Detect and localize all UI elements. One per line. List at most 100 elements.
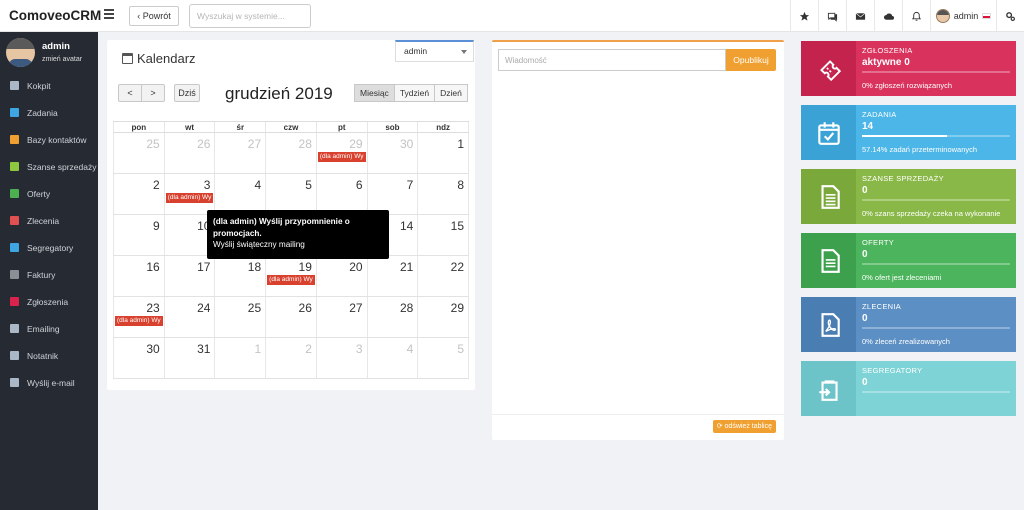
sidebar-item[interactable]: Faktury (0, 261, 98, 288)
calendar-day[interactable]: 29 (418, 297, 470, 337)
refresh-label: odśwież tablicę (724, 423, 772, 430)
calendar-day[interactable]: 2 (266, 338, 317, 378)
calendar-day[interactable]: 19 (dla admin) Wy (266, 256, 317, 296)
calendar-day[interactable]: 4 (215, 174, 267, 214)
calendar-day[interactable]: 9 (113, 215, 165, 255)
calendar-day[interactable]: 28 (266, 133, 317, 173)
calendar-day[interactable]: 4 (368, 338, 419, 378)
calendar-day[interactable]: 2 (113, 174, 165, 214)
prev-month-button[interactable]: < (118, 84, 142, 102)
calendar-event[interactable]: (dla admin) Wy (165, 193, 214, 203)
calendar-day[interactable]: 30 (113, 338, 165, 378)
stat-tile[interactable]: ZLECENIA 0 0% zleceń zrealizowanych (801, 297, 1016, 352)
stat-tile[interactable]: OFERTY 0 0% ofert jest zleceniami (801, 233, 1016, 288)
calendar-event[interactable]: (dla admin) Wy (317, 152, 366, 162)
calendar-day[interactable]: 8 (418, 174, 470, 214)
sidebar-item[interactable]: Emailing (0, 315, 98, 342)
calendar-day[interactable]: 26 (165, 133, 216, 173)
day-number: 15 (450, 219, 465, 233)
calendar-day[interactable]: 17 (165, 256, 216, 296)
sidebar-item[interactable]: Zadania (0, 99, 98, 126)
stat-tile[interactable]: ZGŁOSZENIA aktywne 0 0% zgłoszeń rozwiązan… (801, 41, 1016, 96)
search-input[interactable] (189, 4, 311, 28)
day-number: 2 (153, 178, 160, 192)
stat-tile[interactable]: ZADANIA 14 57.14% zadań przeterminowanych (801, 105, 1016, 160)
calendar-day[interactable]: 20 (317, 256, 368, 296)
calendar-day[interactable]: 3 (dla admin) Wy (165, 174, 216, 214)
cloud-icon[interactable] (874, 0, 902, 32)
calendar-day[interactable]: 22 (418, 256, 470, 296)
star-icon[interactable] (790, 0, 818, 32)
calendar-day[interactable]: 5 (266, 174, 317, 214)
calendar-day[interactable]: 27 (317, 297, 368, 337)
sidebar-item[interactable]: Zgłoszenia (0, 288, 98, 315)
back-button[interactable]: ‹ Powrót (129, 6, 179, 26)
calendar-event[interactable]: (dla admin) Wy (115, 316, 163, 326)
day-number: 28 (298, 137, 312, 151)
document-icon (801, 169, 856, 224)
calendar-week: 2 3 (dla admin) Wy 4 5 6 7 8 (113, 174, 470, 215)
sidebar-item[interactable]: Szanse sprzedaży (0, 153, 98, 180)
stat-tile[interactable]: SEGREGATORY 0 (801, 361, 1016, 416)
calendar-day[interactable]: 27 (215, 133, 267, 173)
calendar-day[interactable]: 25 (113, 133, 165, 173)
menu-toggle-icon[interactable] (104, 9, 114, 21)
user-menu[interactable]: admin (930, 0, 996, 32)
chat-icon[interactable] (818, 0, 846, 32)
calendar-day[interactable]: 18 (215, 256, 267, 296)
sidebar-item[interactable]: Notatnik (0, 342, 98, 369)
calendar-day[interactable]: 5 (418, 338, 470, 378)
calendar-check-icon (10, 108, 19, 117)
view-button[interactable]: Miesiąc (354, 84, 395, 102)
tile-subtext: 0% ofert jest zleceniami (862, 273, 942, 282)
calendar-day[interactable]: 31 (165, 338, 216, 378)
user-select-value: admin (404, 46, 428, 56)
calendar-day[interactable]: 1 (418, 133, 470, 173)
avatar[interactable] (6, 38, 35, 67)
calendar-week: 25 26 27 28 29 (dla admin) Wy 30 1 (113, 133, 470, 174)
weekday-label: wt (165, 122, 216, 132)
clipboard-icon (801, 361, 856, 416)
next-month-button[interactable]: > (141, 84, 165, 102)
day-number: 29 (450, 301, 465, 315)
user-select[interactable]: admin (395, 40, 474, 62)
publish-button[interactable]: Opublikuj (726, 49, 776, 71)
bell-icon[interactable] (902, 0, 930, 32)
sidebar-item[interactable]: Kokpit (0, 72, 98, 99)
day-number: 1 (254, 342, 262, 356)
calendar-day[interactable]: 24 (165, 297, 216, 337)
sidebar-item[interactable]: Wyślij e-mail (0, 369, 98, 396)
mail-icon[interactable] (846, 0, 874, 32)
sidebar-item-label: Kokpit (27, 80, 51, 91)
calendar-day[interactable]: 7 (368, 174, 419, 214)
sidebar-item[interactable]: Bazy kontaktów (0, 126, 98, 153)
tile-subtext: 0% szans sprzedaży czeka na wykonanie (862, 209, 1001, 218)
calendar-week: 30 31 1 2 3 4 5 (113, 338, 470, 379)
calendar-day[interactable]: 29 (dla admin) Wy (317, 133, 368, 173)
calendar-day[interactable]: 15 (418, 215, 470, 255)
calendar-day[interactable]: 6 (317, 174, 368, 214)
view-button[interactable]: Tydzień (393, 84, 436, 102)
calendar-day[interactable]: 28 (368, 297, 419, 337)
calendar-day[interactable]: 3 (317, 338, 368, 378)
refresh-board-button[interactable]: ⟳ odśwież tablicę (712, 420, 776, 433)
calendar-day[interactable]: 26 (266, 297, 317, 337)
settings-icon[interactable] (996, 0, 1024, 32)
calendar-day[interactable]: 1 (215, 338, 267, 378)
sidebar-item[interactable]: Segregatory (0, 234, 98, 261)
calendar-day[interactable]: 16 (113, 256, 165, 296)
sidebar-item[interactable]: Zlecenia (0, 207, 98, 234)
calendar-event[interactable]: (dla admin) Wy (267, 275, 315, 285)
brand-logo[interactable]: ComoveoCRM (0, 0, 101, 32)
sidebar-item-label: Wyślij e-mail (27, 377, 75, 388)
message-input[interactable] (498, 49, 726, 71)
calendar-day[interactable]: 21 (368, 256, 419, 296)
calendar-day[interactable]: 30 (368, 133, 419, 173)
calendar-day[interactable]: 25 (215, 297, 267, 337)
change-avatar-link[interactable]: zmień avatar (42, 56, 82, 63)
calendar-day[interactable]: 23 (dla admin) Wy (113, 297, 165, 337)
today-button[interactable]: Dziś (174, 84, 200, 102)
sidebar-item[interactable]: Oferty (0, 180, 98, 207)
view-button[interactable]: Dzień (434, 84, 468, 102)
stat-tile[interactable]: SZANSE SPRZEDAŻY 0 0% szans sprzedaży czek… (801, 169, 1016, 224)
